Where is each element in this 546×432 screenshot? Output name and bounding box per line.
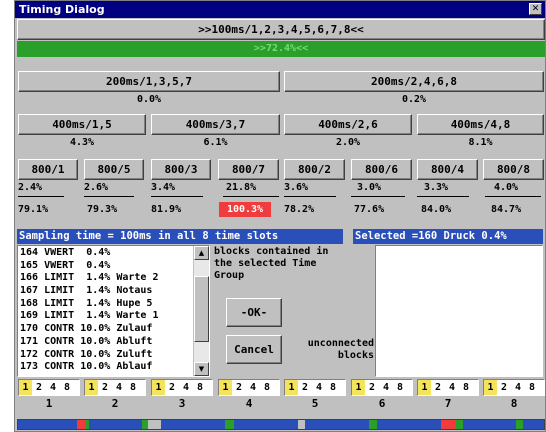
group-200ms-odd-load: 0.0%: [136, 94, 162, 105]
cancel-button[interactable]: Cancel: [226, 335, 282, 364]
list-item[interactable]: 165 VWERT 0.4%: [20, 260, 194, 273]
group-800-6-load: 3.0%: [357, 182, 382, 193]
group-800-2-load: 3.6%: [284, 182, 309, 193]
time-slot-2-label: 2: [111, 397, 119, 410]
master-time-group-button[interactable]: >>100ms/1,2,3,4,5,6,7,8<<: [17, 19, 545, 40]
time-slot-7-selector[interactable]: 1248: [417, 379, 479, 396]
group-400ms-1-5-button[interactable]: 400ms/1,5: [18, 114, 146, 135]
group-800-7-total-overload: 100.3%: [219, 202, 271, 217]
scroll-up-arrow-icon[interactable]: ▲: [194, 246, 209, 260]
time-slot-2-selector[interactable]: 1248: [84, 379, 146, 396]
group-400ms-4-8-load: 8.1%: [468, 137, 493, 148]
time-slot-1-selector[interactable]: 1248: [18, 379, 80, 396]
group-800-4-total: 84.0%: [421, 204, 452, 215]
group-800-4-load: 3.3%: [424, 182, 449, 193]
slot-activity-strip: [17, 419, 545, 430]
group-200ms-even-button[interactable]: 200ms/2,4,6,8: [284, 71, 544, 92]
sampling-time-header: Sampling time = 100ms in all 8 time slot…: [17, 229, 343, 244]
group-200ms-odd-button[interactable]: 200ms/1,3,5,7: [18, 71, 280, 92]
divider: [485, 196, 541, 197]
group-400ms-1-5-load: 4.3%: [69, 137, 95, 148]
scroll-down-arrow-icon[interactable]: ▼: [194, 362, 209, 376]
time-slot-4-selector[interactable]: 1248: [218, 379, 280, 396]
divider: [223, 196, 279, 197]
group-400ms-2-6-load: 2.0%: [335, 137, 361, 148]
group-400ms-2-6-button[interactable]: 400ms/2,6: [284, 114, 412, 135]
list-item[interactable]: 166 LIMIT 1.4% Warte 2: [20, 272, 194, 285]
group-800-2-total: 78.2%: [284, 204, 315, 215]
time-slot-6-label: 6: [378, 397, 386, 410]
list-item[interactable]: 164 VWERT 0.4%: [20, 247, 194, 260]
scroll-thumb[interactable]: [194, 276, 209, 342]
group-800-3-load: 3.4%: [151, 182, 176, 193]
group-800-8-load: 4.0%: [494, 182, 519, 193]
group-800-5-total: 79.3%: [87, 204, 118, 215]
divider: [351, 196, 405, 197]
divider: [417, 196, 469, 197]
list-item[interactable]: 168 LIMIT 1.4% Hupe 5: [20, 298, 194, 311]
group-800-1-load: 2.4%: [18, 182, 43, 193]
time-slot-8-selector[interactable]: 1248: [483, 379, 545, 396]
group-800-5-load: 2.6%: [84, 182, 109, 193]
group-400ms-3-7-load: 6.1%: [203, 137, 228, 148]
time-slot-3-selector[interactable]: 1248: [151, 379, 213, 396]
list-item[interactable]: 173 CONTR 10.0% Ablauf: [20, 361, 194, 374]
group-800-7-button[interactable]: 800/7: [218, 159, 279, 180]
group-400ms-3-7-button[interactable]: 400ms/3,7: [151, 114, 280, 135]
blocks-listbox[interactable]: 164 VWERT 0.4% 165 VWERT 0.4% 166 LIMIT …: [17, 245, 210, 377]
group-800-1-button[interactable]: 800/1: [18, 159, 78, 180]
time-slot-7-label: 7: [444, 397, 452, 410]
selected-block-header: Selected =160 Druck 0.4%: [353, 229, 543, 244]
group-800-7-load: 21.8%: [226, 182, 257, 193]
timing-dialog: Timing Dialog ✕ >>100ms/1,2,3,4,5,6,7,8<…: [14, 0, 546, 432]
group-800-8-total: 84.7%: [491, 204, 522, 215]
list-item[interactable]: 169 LIMIT 1.4% Warte 1: [20, 310, 194, 323]
unconnected-blocks-note: unconnected blocks: [307, 338, 374, 361]
divider: [84, 196, 134, 197]
divider: [284, 196, 336, 197]
dialog-title: Timing Dialog: [19, 3, 105, 16]
group-800-4-button[interactable]: 800/4: [417, 159, 478, 180]
group-800-8-button[interactable]: 800/8: [483, 159, 544, 180]
title-bar: Timing Dialog ✕: [15, 1, 545, 18]
group-800-1-total: 79.1%: [18, 204, 49, 215]
time-slot-6-selector[interactable]: 1248: [351, 379, 413, 396]
time-slot-5-label: 5: [311, 397, 319, 410]
time-slot-1-label: 1: [45, 397, 53, 410]
group-800-5-button[interactable]: 800/5: [84, 159, 144, 180]
close-button[interactable]: ✕: [529, 3, 542, 15]
list-item[interactable]: 170 CONTR 10.0% Zulauf: [20, 323, 194, 336]
time-slot-4-label: 4: [245, 397, 253, 410]
divider: [151, 196, 203, 197]
group-400ms-4-8-button[interactable]: 400ms/4,8: [417, 114, 544, 135]
group-200ms-even-load: 0.2%: [401, 94, 427, 105]
group-800-2-button[interactable]: 800/2: [284, 159, 345, 180]
list-scrollbar[interactable]: ▲ ▼: [193, 246, 209, 376]
divider: [18, 196, 64, 197]
list-item[interactable]: 171 CONTR 10.0% Abluft: [20, 336, 194, 349]
blocks-contained-note: blocks contained in the selected Time Gr…: [214, 246, 329, 281]
group-800-6-button[interactable]: 800/6: [351, 159, 412, 180]
selected-block-list[interactable]: [375, 245, 543, 377]
list-item[interactable]: 167 LIMIT 1.4% Notaus: [20, 285, 194, 298]
group-800-6-total: 77.6%: [354, 204, 385, 215]
group-800-3-total: 81.9%: [151, 204, 182, 215]
master-load-bar: >>72.4%<<: [17, 41, 545, 57]
group-800-3-button[interactable]: 800/3: [151, 159, 211, 180]
ok-button[interactable]: -OK-: [226, 298, 282, 327]
close-icon: ✕: [531, 4, 540, 14]
time-slot-3-label: 3: [178, 397, 186, 410]
time-slot-5-selector[interactable]: 1248: [284, 379, 346, 396]
list-item[interactable]: 172 CONTR 10.0% Zuluft: [20, 349, 194, 362]
time-slot-8-label: 8: [510, 397, 518, 410]
